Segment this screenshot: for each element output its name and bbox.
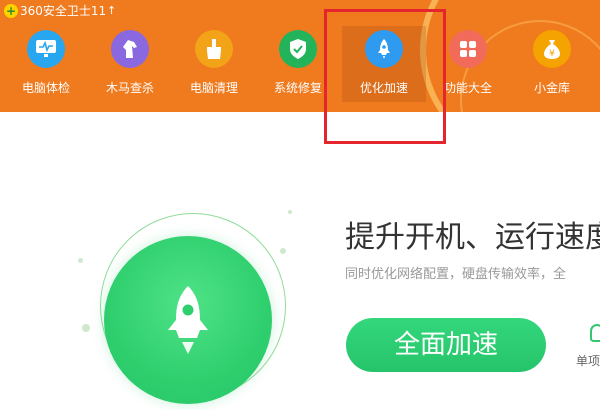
speedup-graphic xyxy=(60,200,300,410)
nav-item-vault[interactable]: ¥ 小金库 xyxy=(510,26,594,102)
nav-label: 小金库 xyxy=(533,81,570,95)
app-title: 360安全卫士11 xyxy=(20,4,107,18)
headline: 提升开机、运行速度 xyxy=(345,220,600,255)
single-item-icon[interactable] xyxy=(590,324,600,342)
rocket-icon xyxy=(168,286,208,354)
nav-label: 电脑清理 xyxy=(189,81,238,95)
app-logo-icon xyxy=(4,4,18,18)
shield-check-icon xyxy=(279,30,317,68)
header-bar: 360安全卫士11 ↑ 电脑体检 木马查杀 电脑清理 系统修复 优化加速 xyxy=(0,0,600,112)
grid-icon xyxy=(449,30,487,68)
highlight-annotation-box xyxy=(324,9,446,144)
speedup-circle[interactable] xyxy=(104,236,272,404)
upgrade-arrow-icon[interactable]: ↑ xyxy=(107,3,116,19)
nav-item-pc-checkup[interactable]: 电脑体检 xyxy=(4,26,88,102)
nav-label: 木马查杀 xyxy=(105,81,154,95)
broom-icon xyxy=(195,30,233,68)
money-bag-icon: ¥ xyxy=(533,30,571,68)
svg-text:¥: ¥ xyxy=(549,49,555,59)
nav-item-pc-cleanup[interactable]: 电脑清理 xyxy=(172,26,256,102)
subline: 同时优化网络配置，硬盘传输效率，全 xyxy=(345,267,567,282)
monitor-check-icon xyxy=(27,30,65,68)
nav-item-trojan-scan[interactable]: 木马查杀 xyxy=(88,26,172,102)
full-speedup-button[interactable]: 全面加速 xyxy=(346,318,546,372)
single-item-link[interactable]: 单项 xyxy=(576,354,600,368)
nav-label: 电脑体检 xyxy=(21,81,70,95)
decor-dot xyxy=(280,248,286,254)
title-bar: 360安全卫士11 ↑ xyxy=(0,0,300,22)
decor-dot xyxy=(288,210,292,214)
horse-icon xyxy=(111,30,149,68)
decor-dot xyxy=(82,324,90,332)
decor-dot xyxy=(78,258,83,263)
